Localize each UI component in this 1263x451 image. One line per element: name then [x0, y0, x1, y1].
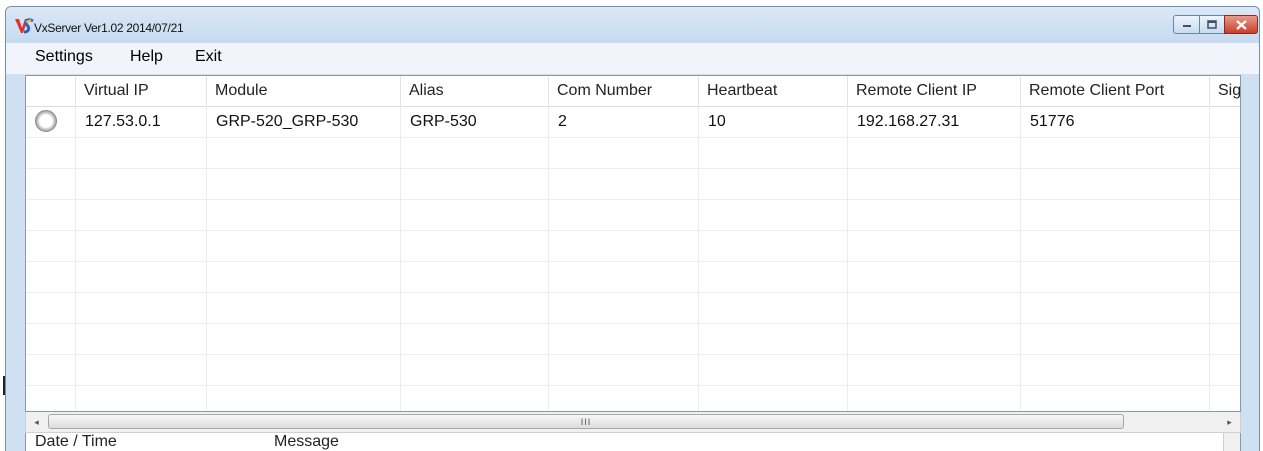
message-log[interactable]: Date / Time Message: [25, 433, 1241, 451]
cell-heartbeat: 10: [699, 106, 848, 137]
header-alias[interactable]: Alias: [401, 76, 549, 106]
connection-list[interactable]: Virtual IP Module Alias Com Number Heart…: [25, 75, 1241, 412]
cell-com-number: 2: [549, 106, 699, 137]
scroll-right-button[interactable]: ▸: [1221, 412, 1238, 432]
grip-icon: III: [580, 416, 592, 427]
header-sig[interactable]: Sig: [1210, 76, 1240, 106]
minimize-button[interactable]: [1173, 15, 1200, 34]
cell-module: GRP-520_GRP-530: [207, 106, 401, 137]
header-module[interactable]: Module: [207, 76, 401, 106]
log-header-message[interactable]: Message: [274, 433, 339, 451]
cell-alias: GRP-530: [401, 106, 549, 137]
log-header-date-time[interactable]: Date / Time: [35, 433, 117, 451]
scroll-left-button[interactable]: ◂: [28, 412, 45, 432]
header-com-number[interactable]: Com Number: [549, 76, 699, 106]
empty-row: [26, 354, 1240, 386]
header-heartbeat[interactable]: Heartbeat: [699, 76, 848, 106]
log-vertical-scrollbar[interactable]: [1223, 433, 1240, 451]
menu-exit[interactable]: Exit: [195, 48, 222, 66]
list-header: Virtual IP Module Alias Com Number Heart…: [26, 76, 1240, 107]
empty-row: [26, 261, 1240, 293]
arrow-right-icon: ▸: [1227, 416, 1232, 427]
cell-remote-client-ip: 192.168.27.31: [848, 106, 1021, 137]
header-remote-client-port[interactable]: Remote Client Port: [1021, 76, 1210, 106]
maximize-icon: [1207, 20, 1217, 29]
vs-logo-icon: [15, 18, 34, 34]
header-remote-client-ip[interactable]: Remote Client IP: [848, 76, 1021, 106]
scrollbar-thumb[interactable]: III: [48, 414, 1124, 429]
close-button[interactable]: [1224, 15, 1258, 34]
cell-remote-client-port: 51776: [1021, 106, 1210, 137]
header-virtual-ip[interactable]: Virtual IP: [76, 76, 207, 106]
header-status[interactable]: [26, 76, 76, 106]
empty-row: [26, 230, 1240, 262]
status-indicator-icon: [35, 110, 57, 132]
table-row[interactable]: 127.53.0.1 GRP-520_GRP-530 GRP-530 2 10 …: [26, 106, 1240, 138]
menu-help[interactable]: Help: [130, 48, 163, 66]
empty-row: [26, 385, 1240, 411]
empty-row: [26, 199, 1240, 231]
empty-row: [26, 323, 1240, 355]
menu-settings[interactable]: Settings: [35, 48, 93, 66]
empty-row: [26, 168, 1240, 200]
maximize-button[interactable]: [1199, 15, 1225, 34]
empty-row: [26, 292, 1240, 324]
horizontal-scrollbar[interactable]: ◂ III ▸: [25, 412, 1241, 433]
menu-bar: Settings Help Exit: [6, 43, 1259, 74]
minimize-icon: [1182, 24, 1191, 27]
title-bar[interactable]: VxServer Ver1.02 2014/07/21: [6, 7, 1259, 43]
cell-sig: [1210, 106, 1240, 137]
cell-virtual-ip: 127.53.0.1: [76, 106, 207, 137]
status-cell: [26, 106, 76, 137]
window-title: VxServer Ver1.02 2014/07/21: [34, 21, 184, 35]
close-icon: [1235, 19, 1247, 30]
arrow-left-icon: ◂: [34, 416, 39, 427]
empty-row: [26, 137, 1240, 169]
